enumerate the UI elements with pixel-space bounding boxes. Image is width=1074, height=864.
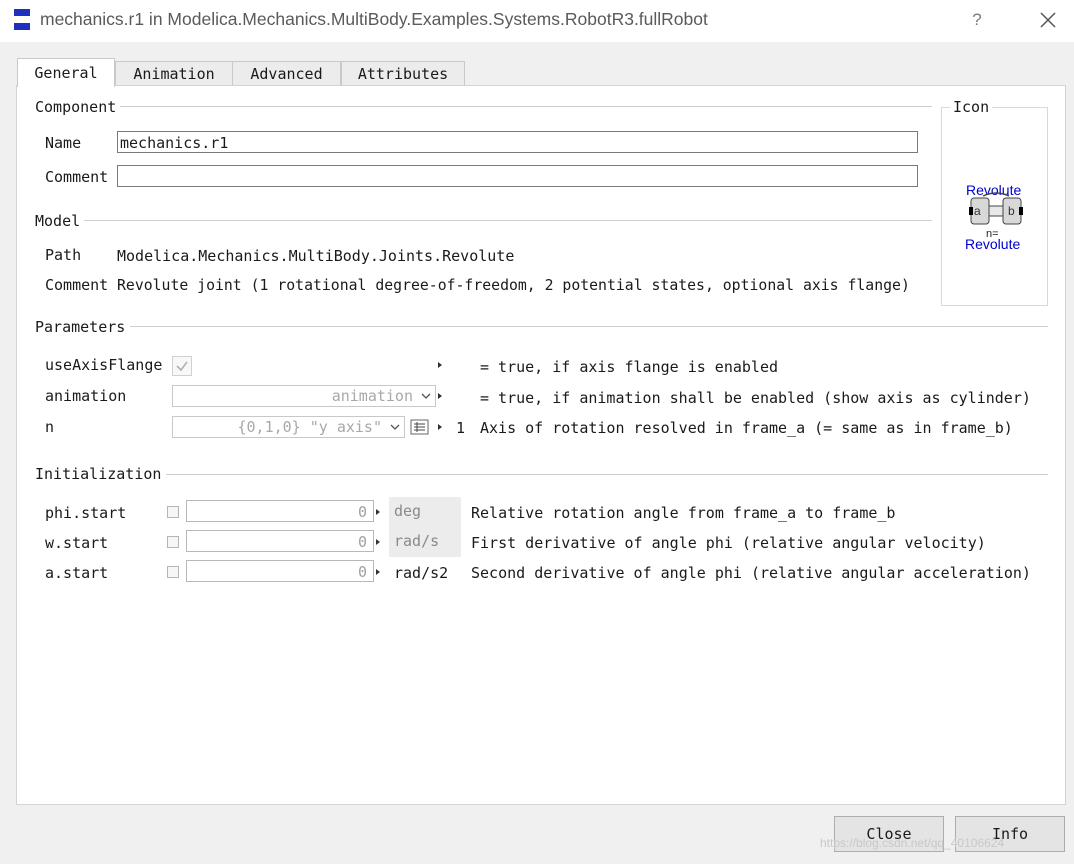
init-name: w.start xyxy=(45,534,109,552)
initialization-divider xyxy=(166,474,1048,475)
parameters-section-label: Parameters xyxy=(35,318,130,336)
param-name: animation xyxy=(45,387,127,405)
tab-animation[interactable]: Animation xyxy=(115,61,233,86)
param-menu-arrow-icon[interactable] xyxy=(438,362,442,368)
chevron-down-icon xyxy=(390,424,400,430)
name-field[interactable]: mechanics.r1 xyxy=(117,131,918,153)
model-divider xyxy=(84,220,932,221)
animation-combo[interactable]: animation xyxy=(172,385,436,407)
close-window-icon[interactable] xyxy=(1036,8,1060,32)
param-menu-arrow-icon[interactable] xyxy=(376,509,380,515)
param-description: = true, if axis flange is enabled xyxy=(480,358,779,376)
init-name: a.start xyxy=(45,564,109,582)
tab-advanced[interactable]: Advanced xyxy=(232,61,341,86)
port-b-label: b xyxy=(1008,204,1015,218)
name-label: Name xyxy=(45,134,82,152)
param-menu-arrow-icon[interactable] xyxy=(376,539,380,545)
model-comment-label: Comment xyxy=(45,276,109,294)
combo-value: animation xyxy=(331,387,413,405)
app-icon xyxy=(14,9,30,31)
component-section-label: Component xyxy=(35,98,121,116)
initialization-section-label: Initialization xyxy=(35,465,166,483)
general-panel xyxy=(16,85,1066,805)
param-menu-arrow-icon[interactable] xyxy=(438,424,442,430)
path-label: Path xyxy=(45,246,82,264)
model-comment-value: Revolute joint (1 rotational degree-of-f… xyxy=(117,277,910,294)
port-a-label: a xyxy=(974,204,981,218)
tab-general[interactable]: General xyxy=(17,58,115,87)
w-start-field[interactable]: 0 xyxy=(186,530,374,552)
unit-selector[interactable]: deg xyxy=(389,497,461,527)
component-comment-label: Comment xyxy=(45,168,109,186)
param-description: = true, if animation shall be enabled (s… xyxy=(480,389,1031,407)
model-section-label: Model xyxy=(35,212,85,230)
param-menu-arrow-icon[interactable] xyxy=(376,569,380,575)
param-name: useAxisFlange xyxy=(45,356,163,374)
param-unit: 1 xyxy=(456,419,466,437)
path-value: Modelica.Mechanics.MultiBody.Joints.Revo… xyxy=(117,247,515,265)
component-comment-field[interactable] xyxy=(117,165,918,187)
unit-selector[interactable]: rad/s xyxy=(389,527,461,557)
unit-label: rad/s2 xyxy=(394,564,449,582)
init-description: Second derivative of angle phi (relative… xyxy=(471,564,1031,582)
fixed-checkbox[interactable] xyxy=(167,536,179,548)
init-description: First derivative of angle phi (relative … xyxy=(471,534,986,552)
combo-value: {0,1,0} "y axis" xyxy=(237,418,383,436)
param-description: Axis of rotation resolved in frame_a (= … xyxy=(480,419,1013,437)
n-combo[interactable]: {0,1,0} "y axis" xyxy=(172,416,405,438)
icon-section-label: Icon xyxy=(950,98,993,116)
phi-start-field[interactable]: 0 xyxy=(186,500,374,522)
icon-bottom-label: Revolute xyxy=(965,236,1021,252)
fixed-checkbox[interactable] xyxy=(167,506,179,518)
param-menu-arrow-icon[interactable] xyxy=(438,393,442,399)
init-name: phi.start xyxy=(45,504,127,522)
param-name: n xyxy=(45,418,55,436)
a-start-field[interactable]: 0 xyxy=(186,560,374,582)
fixed-checkbox[interactable] xyxy=(167,566,179,578)
help-button[interactable]: ? xyxy=(966,8,988,32)
parameters-divider xyxy=(130,326,1048,327)
tab-attributes[interactable]: Attributes xyxy=(341,61,465,86)
window-title: mechanics.r1 in Modelica.Mechanics.Multi… xyxy=(40,9,708,29)
component-divider xyxy=(120,106,932,107)
use-axis-flange-checkbox[interactable] xyxy=(172,356,192,376)
chevron-down-icon xyxy=(421,393,431,399)
watermark: https://blog.csdn.net/qq_40106624 xyxy=(820,836,1005,850)
init-description: Relative rotation angle from frame_a to … xyxy=(471,504,896,522)
matrix-editor-icon[interactable] xyxy=(410,418,430,436)
checkmark-icon xyxy=(176,361,188,372)
